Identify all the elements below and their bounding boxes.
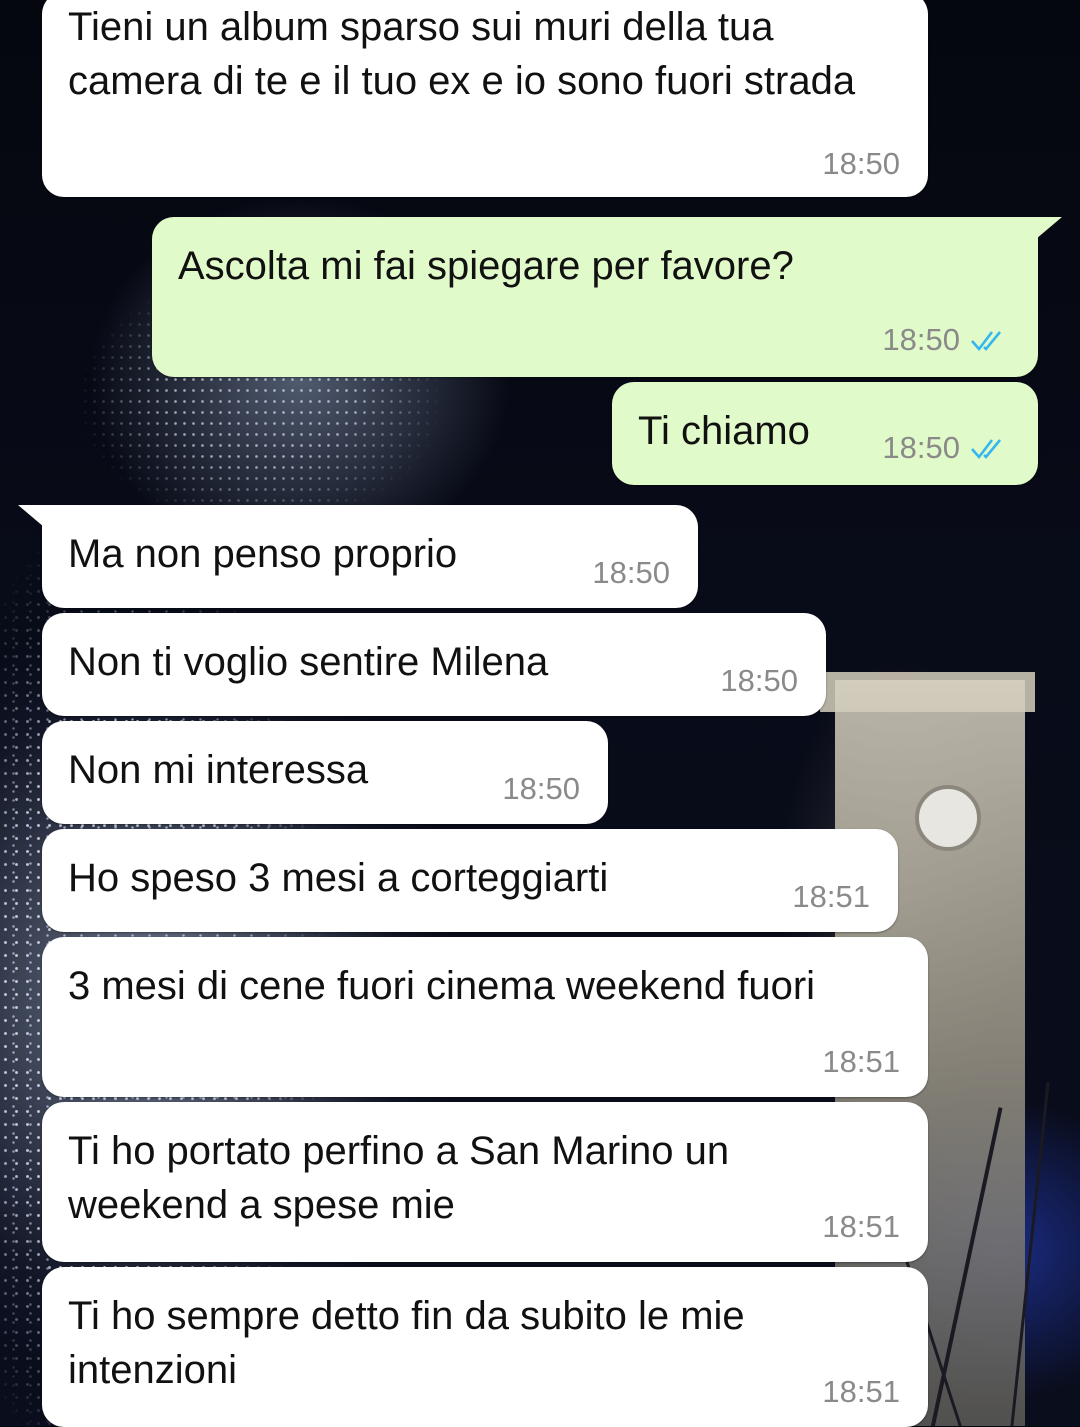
- message-text: Ti ho portato perfino a San Marino un we…: [68, 1129, 741, 1227]
- message-meta: 18:51: [822, 1045, 900, 1079]
- message-time: 18:50: [502, 771, 580, 806]
- message-time: 18:51: [822, 1209, 900, 1244]
- message-meta: 18:51: [822, 1375, 900, 1409]
- message-time: 18:50: [592, 555, 670, 590]
- message-meta: 18:50: [502, 772, 580, 806]
- message-meta: 18:50: [882, 431, 1010, 465]
- message-time: 18:51: [822, 1044, 900, 1079]
- message-text: Tieni un album sparso sui muri della tua…: [68, 5, 856, 103]
- incoming-message[interactable]: Ho speso 3 mesi a corteggiarti 18:51: [42, 829, 898, 932]
- message-meta: 18:51: [822, 1210, 900, 1244]
- message-text: Ti ho sempre detto fin da subito le mie …: [68, 1294, 756, 1392]
- incoming-message[interactable]: Non ti voglio sentire Milena 18:50: [42, 613, 826, 716]
- message-text: Ma non penso proprio: [68, 532, 458, 576]
- message-time: 18:51: [822, 1374, 900, 1409]
- message-text: 3 mesi di cene fuori cinema weekend fuor…: [68, 964, 816, 1008]
- message-time: 18:50: [822, 146, 900, 181]
- message-time: 18:51: [792, 879, 870, 914]
- message-meta: 18:51: [792, 880, 870, 914]
- message-list[interactable]: Tieni un album sparso sui muri della tua…: [0, 0, 1080, 1427]
- double-check-icon: [970, 328, 1010, 352]
- incoming-message[interactable]: Ti ho sempre detto fin da subito le mie …: [42, 1267, 928, 1427]
- incoming-message[interactable]: Ti ho portato perfino a San Marino un we…: [42, 1102, 928, 1262]
- incoming-message[interactable]: 3 mesi di cene fuori cinema weekend fuor…: [42, 937, 928, 1097]
- message-time: 18:50: [720, 663, 798, 698]
- bubble-tail: [18, 505, 44, 527]
- double-check-icon: [970, 436, 1010, 460]
- incoming-message[interactable]: Ma non penso proprio 18:50: [42, 505, 698, 608]
- message-meta: 18:50: [882, 323, 1010, 357]
- message-time: 18:50: [882, 322, 960, 357]
- message-text: Ho speso 3 mesi a corteggiarti: [68, 856, 609, 900]
- message-meta: 18:50: [822, 147, 900, 181]
- message-meta: 18:50: [592, 556, 670, 590]
- incoming-message[interactable]: Non mi interessa 18:50: [42, 721, 608, 824]
- message-time: 18:50: [882, 430, 960, 465]
- outgoing-message[interactable]: Ti chiamo 18:50: [612, 382, 1038, 485]
- message-meta: 18:50: [720, 664, 798, 698]
- incoming-message[interactable]: Tieni un album sparso sui muri della tua…: [42, 0, 928, 197]
- message-text: Ascolta mi fai spiegare per favore?: [178, 244, 794, 288]
- outgoing-message[interactable]: Ascolta mi fai spiegare per favore? 18:5…: [152, 217, 1038, 377]
- message-text: Non ti voglio sentire Milena: [68, 640, 549, 684]
- bubble-tail: [1036, 217, 1062, 239]
